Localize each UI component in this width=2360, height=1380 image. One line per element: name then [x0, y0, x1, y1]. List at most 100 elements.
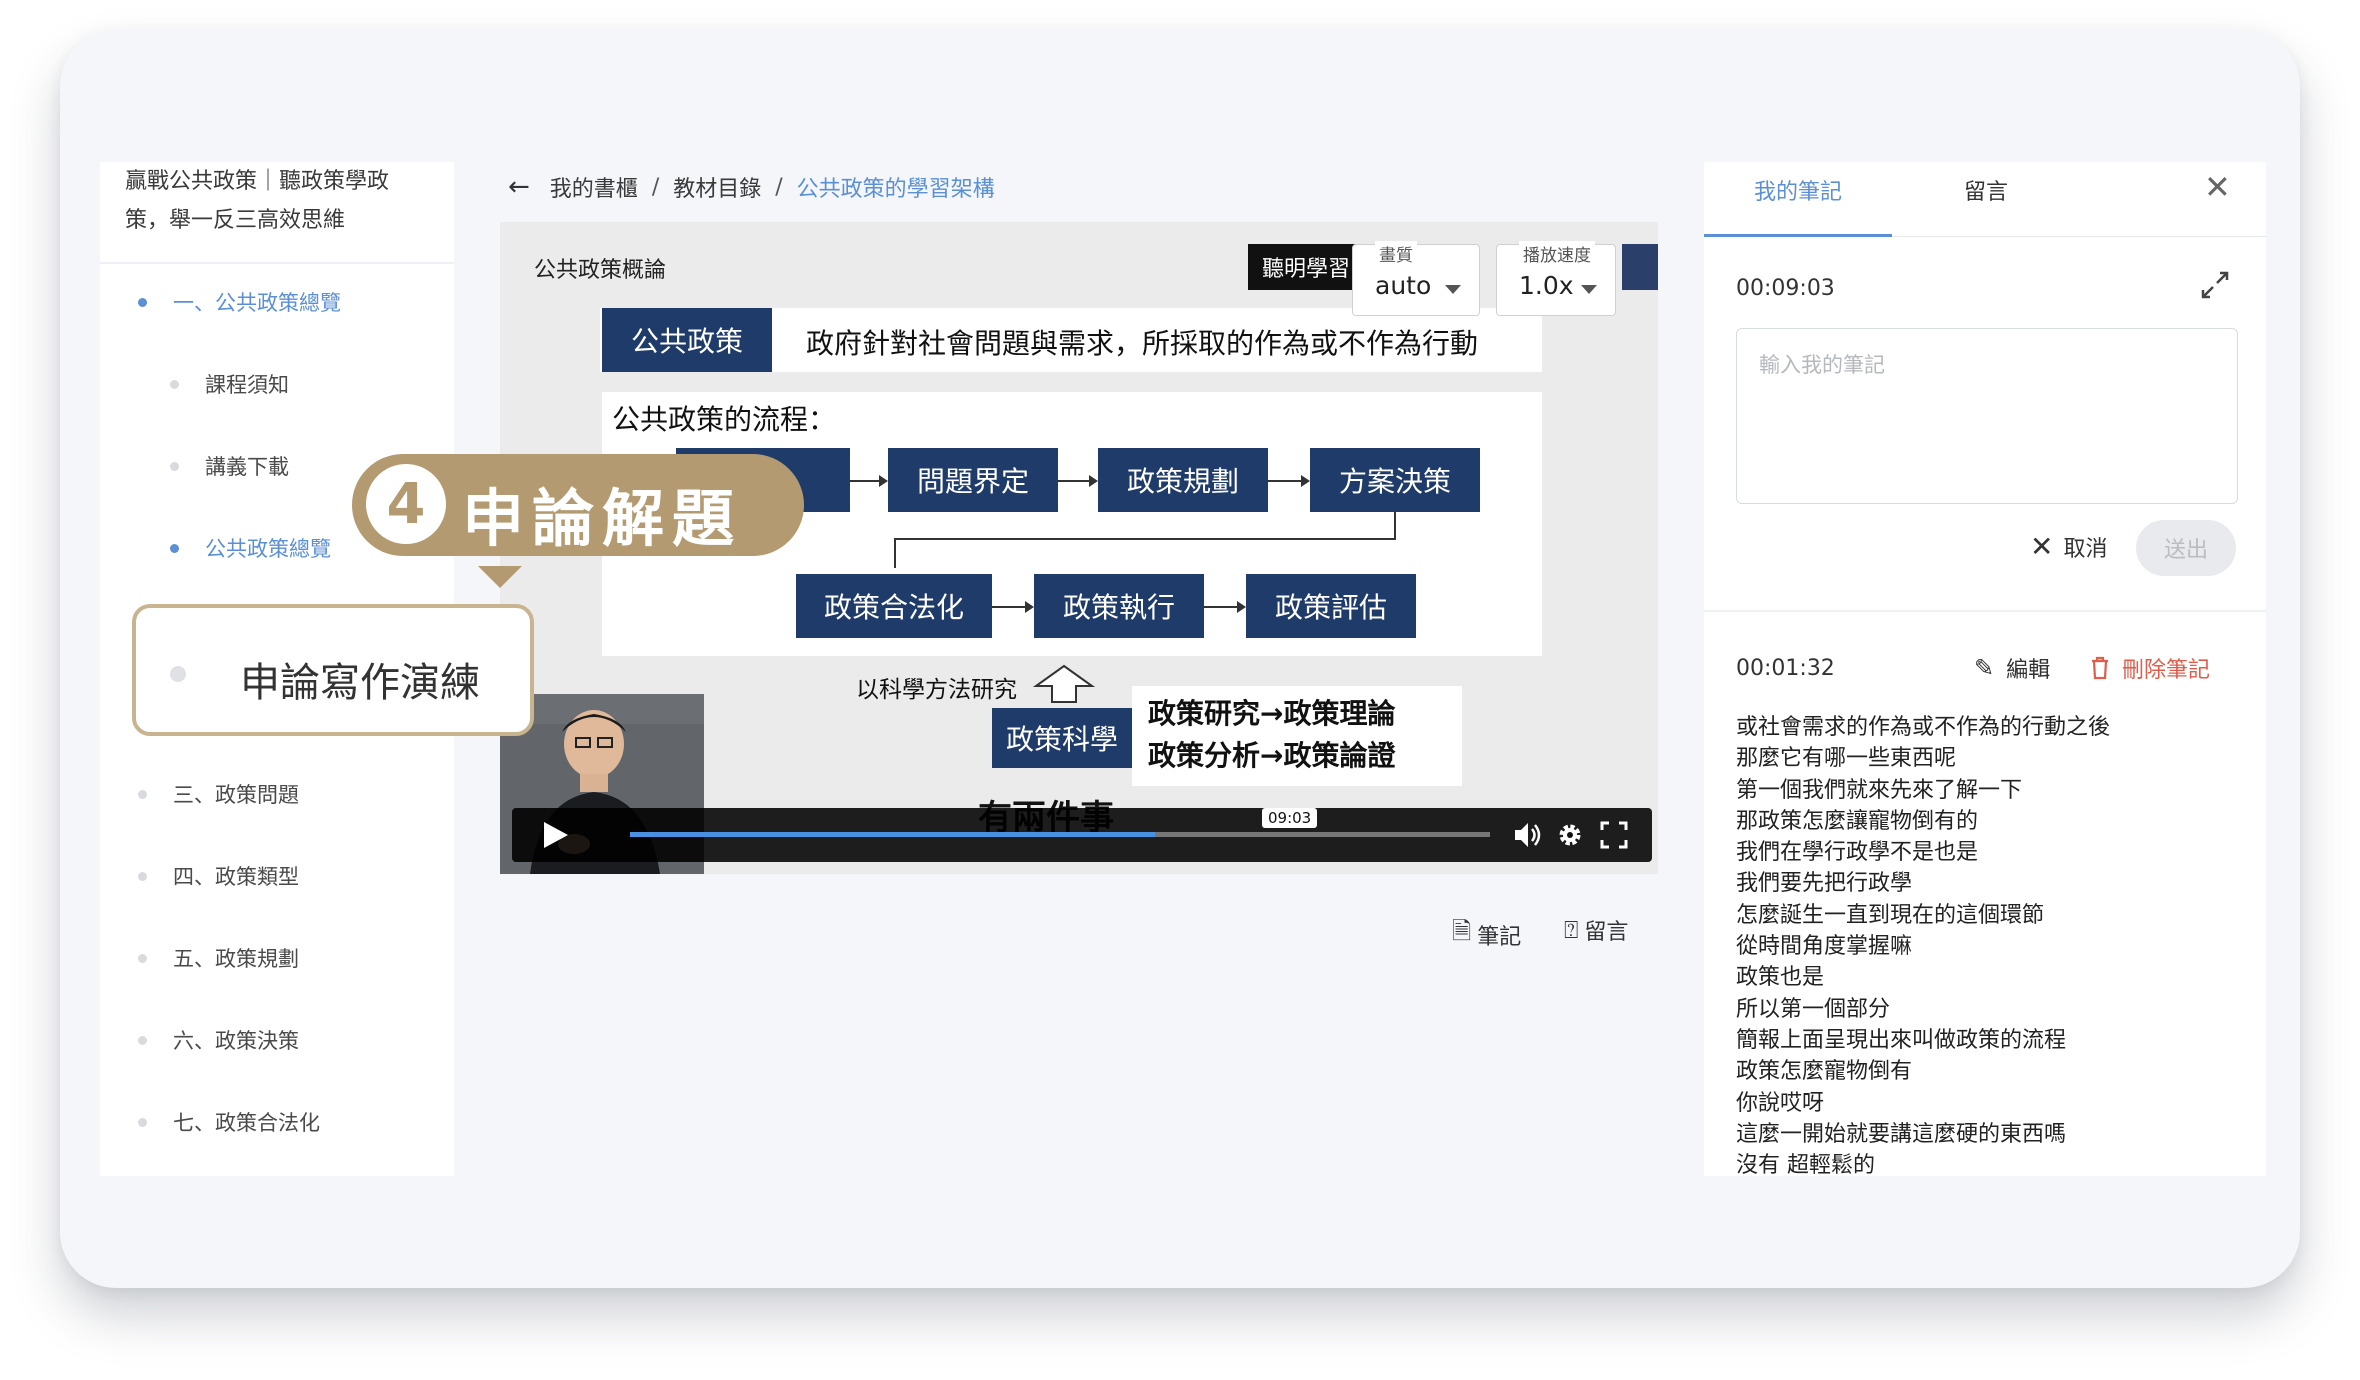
send-button[interactable]: 送出 [2136, 520, 2236, 576]
bullet-icon [170, 666, 186, 682]
note-line: 所以第一個部分 [1736, 996, 1891, 1022]
close-icon: ✕ [2030, 530, 2054, 563]
note-line: 這麼一開始就要講這麼硬的東西嗎 [1736, 1121, 2067, 1147]
brand-logo-edge [1622, 244, 1658, 290]
flow-connector [894, 538, 896, 568]
notes-panel: 我的筆記 留言 ✕ 00:09:03 ✕ 取消 送出 00:01:32 ✎ 編輯… [1704, 162, 2266, 1176]
flow-title: 公共政策的流程： [612, 403, 837, 436]
expand-icon[interactable] [2200, 270, 2230, 300]
breadcrumb-separator: / [775, 174, 783, 200]
nav-lesson-overview[interactable]: 公共政策總覽 [170, 528, 331, 568]
note-line: 從時間角度掌握嘛 [1736, 934, 1913, 960]
note-icon: 🗎 [1452, 917, 1472, 945]
flow-step: 政策規劃 [1098, 448, 1268, 512]
flow-step: 問題界定 [888, 448, 1058, 512]
comment-question-icon: ⍰ [1564, 916, 1579, 944]
up-arrow-icon [1032, 664, 1096, 703]
breadcrumb-separator: / [651, 174, 660, 200]
flow-arrow [1268, 475, 1310, 487]
tab-my-notes[interactable]: 我的筆記 [1754, 174, 1842, 206]
sidebar-divider [100, 262, 454, 264]
science-box: 政策科學 [992, 708, 1132, 768]
note-line: 沒有 超輕鬆的 [1736, 1153, 1875, 1176]
nav-chapter-4[interactable]: 四、政策類型 [138, 856, 299, 896]
progress-fill [630, 832, 1155, 837]
step-number: 4 [366, 464, 446, 544]
flow-arrow [850, 475, 888, 487]
speed-select[interactable]: 播放速度 1.0x [1496, 241, 1616, 316]
bullet-icon [170, 461, 179, 471]
bullet-icon [170, 379, 179, 389]
cancel-button[interactable]: ✕ 取消 [2030, 530, 2107, 563]
note-line: 政策也是 [1736, 965, 1825, 991]
slide-category: 公共政策概論 [534, 258, 667, 283]
saved-note-timestamp: 00:01:32 [1736, 656, 1835, 681]
breadcrumb-bookshelf[interactable]: 我的書櫃 [550, 171, 638, 203]
note-line: 我們在學行政學不是也是 [1736, 840, 1979, 866]
bullet-icon [138, 871, 147, 881]
nav-lesson-handout[interactable]: 講義下載 [170, 446, 289, 486]
step-title: 申論解題 [462, 482, 743, 555]
science-line: 政策研究→政策理論 [1148, 697, 1396, 730]
callout-text: 申論寫作演練 [240, 660, 480, 706]
highlight-callout[interactable]: 申論寫作演練 [132, 604, 534, 736]
flow-connector [1394, 512, 1396, 538]
delete-note-button[interactable]: 刪除筆記 [2090, 652, 2210, 684]
breadcrumb-catalog[interactable]: 教材目錄 [673, 171, 761, 203]
note-line: 怎麼誕生一直到現在的這個環節 [1736, 902, 2045, 928]
nav-chapter-3[interactable]: 三、政策問題 [138, 774, 299, 814]
note-line: 政策怎麼寵物倒有 [1736, 1059, 1913, 1085]
flow-step: 政策合法化 [796, 574, 992, 638]
flow-arrow [992, 601, 1034, 613]
nav-chapter-1[interactable]: 一、公共政策總覽 [138, 282, 341, 322]
step-badge: 4 申論解題 [352, 454, 804, 556]
note-line: 我們要先把行政學 [1736, 871, 1913, 897]
back-arrow-icon[interactable]: ← [508, 172, 530, 202]
note-line: 第一個我們就來先來了解一下 [1736, 777, 2023, 803]
chevron-down-icon [1445, 285, 1461, 294]
video-controls: 09:03 [512, 808, 1652, 862]
pencil-icon: ✎ [1974, 654, 1995, 682]
bullet-icon [138, 1117, 147, 1127]
bullet-icon [138, 953, 147, 963]
definition-key: 公共政策 [602, 308, 772, 372]
progress-track[interactable]: 09:03 [630, 808, 1490, 837]
time-tooltip: 09:03 [1262, 808, 1318, 828]
trash-icon [2092, 656, 2108, 680]
bullet-icon [138, 1035, 147, 1045]
volume-icon[interactable] [1512, 820, 1544, 850]
note-tool-button[interactable]: 🗎 筆記 [1452, 914, 1521, 955]
comment-tool-button[interactable]: ⍰ 留言 [1564, 914, 1628, 946]
edit-note-button[interactable]: ✎ 編輯 [1974, 652, 2050, 684]
quality-select[interactable]: 畫質 auto [1352, 241, 1480, 316]
fullscreen-icon[interactable] [1600, 820, 1628, 850]
science-label: 以科學方法研究 [856, 677, 1017, 703]
definition-text: 政府針對社會問題與需求，所採取的作為或不作為行動 [806, 327, 1479, 360]
breadcrumb: ← 我的書櫃 / 教材目錄 / 公共政策的學習架構 [508, 170, 995, 204]
note-input[interactable] [1736, 328, 2238, 504]
note-line: 你說哎呀 [1736, 1090, 1825, 1116]
nav-chapter-6[interactable]: 六、政策決策 [138, 1020, 299, 1060]
flow-step: 方案決策 [1310, 448, 1480, 512]
course-title: 贏戰公共政策｜聽政策學政策，舉一反三高效思維 [125, 169, 390, 233]
nav-chapter-5[interactable]: 五、政策規劃 [138, 938, 299, 978]
gear-icon[interactable] [1556, 820, 1584, 850]
nav-chapter-7[interactable]: 七、政策合法化 [138, 1102, 320, 1142]
chevron-down-icon [1581, 285, 1597, 294]
nav-lesson-course-notice[interactable]: 課程須知 [170, 364, 289, 404]
tab-comments[interactable]: 留言 [1964, 174, 2008, 206]
active-tab-indicator [1704, 234, 1892, 237]
flow-arrow [1204, 601, 1246, 613]
flow-step: 政策評估 [1246, 574, 1416, 638]
bullet-icon [170, 543, 179, 553]
note-line: 那政策怎麼讓寵物倒有的 [1736, 808, 1979, 834]
note-line: 或社會需求的作為或不作為的行動之後 [1736, 715, 2111, 740]
panel-divider [1704, 610, 2266, 612]
note-line: 簡報上面呈現出來叫做政策的流程 [1736, 1027, 2067, 1053]
flow-step: 政策執行 [1034, 574, 1204, 638]
science-line: 政策分析→政策論證 [1148, 739, 1396, 772]
close-icon[interactable]: ✕ [2204, 168, 2231, 206]
badge-pointer [478, 566, 522, 588]
flow-arrow [1058, 475, 1098, 487]
play-icon[interactable] [544, 822, 568, 848]
